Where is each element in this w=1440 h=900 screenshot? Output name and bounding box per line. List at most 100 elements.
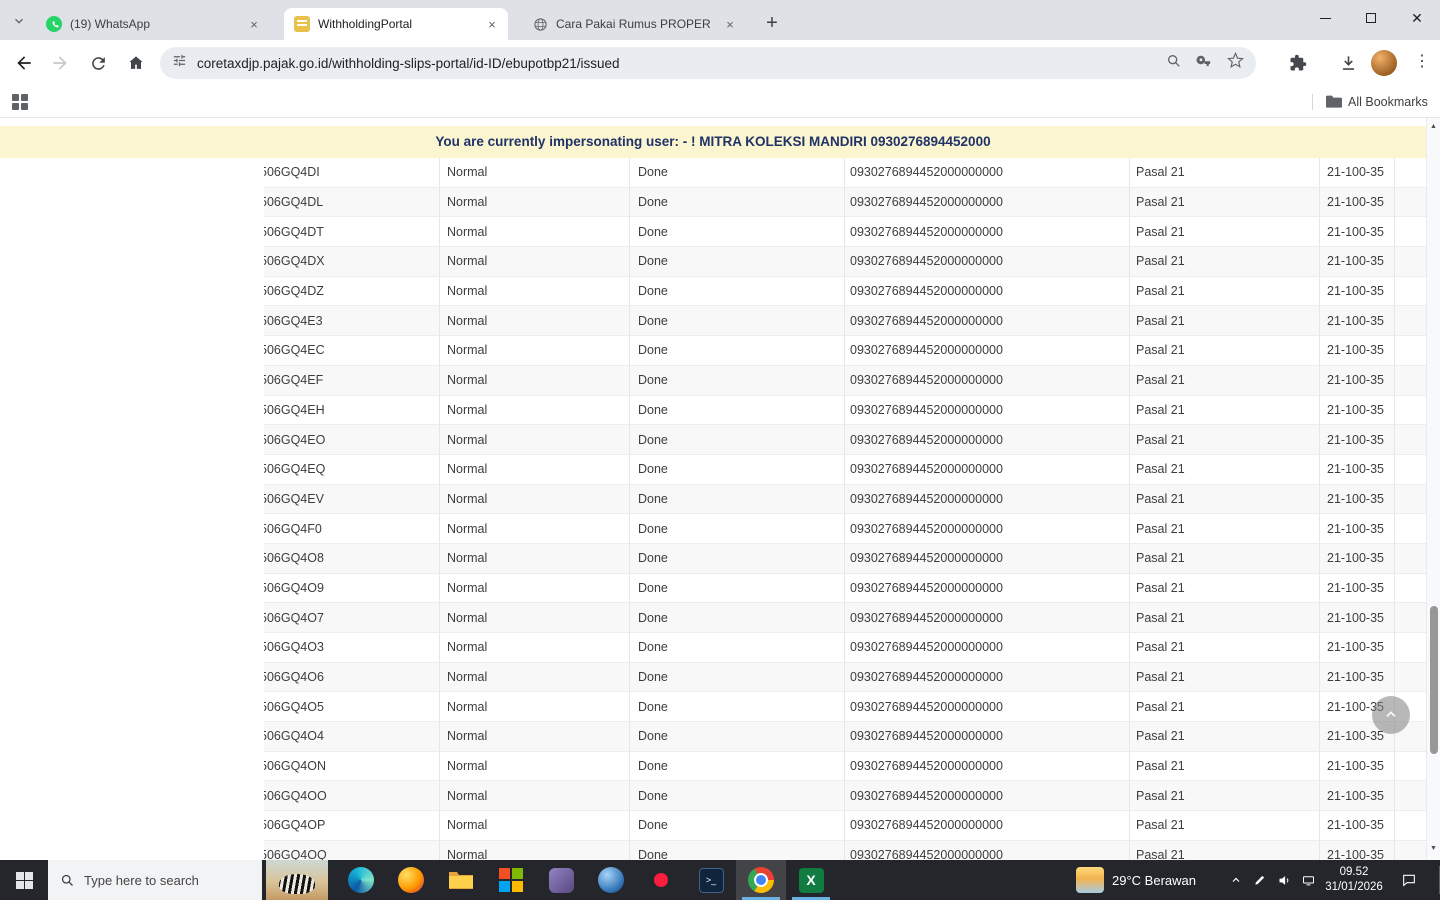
cell-status: Normal (440, 247, 630, 276)
cell-state: Done (630, 454, 845, 484)
table-row[interactable]: 506GQ4DX Normal Done 0930276894452000000000… (264, 247, 1426, 277)
profile-avatar[interactable] (1371, 50, 1397, 76)
scrollbar-down-icon[interactable]: ▼ (1427, 845, 1440, 852)
cell-padding (1395, 514, 1426, 543)
apps-grid-icon[interactable] (12, 94, 28, 110)
extensions-puzzle-icon[interactable] (1288, 53, 1308, 73)
cell-padding (1395, 217, 1426, 246)
table-row[interactable]: 506GQ4O7 Normal Done 0930276894452000000000… (264, 603, 1426, 633)
browser-menu-icon[interactable]: ⋮ (1414, 51, 1430, 71)
cell-tax-type: Pasal 21 (1130, 751, 1320, 781)
tab-proper[interactable]: Cara Pakai Rumus PROPER × (522, 8, 746, 40)
blue-app-icon[interactable] (586, 860, 636, 900)
tray-chevron-up-icon[interactable] (1224, 860, 1248, 900)
cell-state: Done (630, 158, 845, 187)
table-row[interactable]: 506GQ4EV Normal Done 0930276894452000000000… (264, 484, 1426, 515)
scrollbar-thumb[interactable] (1430, 606, 1438, 754)
window-close-button[interactable]: ✕ (1394, 0, 1440, 36)
network-icon[interactable] (1296, 860, 1320, 900)
home-icon[interactable] (126, 53, 146, 73)
weather-widget[interactable]: 29°C Berawan (1076, 860, 1196, 900)
opera-icon[interactable] (636, 860, 686, 900)
cell-tax-id: 0930276894452000000000 (845, 484, 1130, 514)
table-row[interactable]: 506GQ4EC Normal Done 0930276894452000000000… (264, 336, 1426, 366)
firefox-icon[interactable] (386, 860, 436, 900)
table-row[interactable]: 506GQ4OP Normal Done 0930276894452000000000… (264, 811, 1426, 841)
page-scrollbar[interactable]: ▲ ▼ (1426, 118, 1440, 860)
office-icon[interactable] (486, 860, 536, 900)
speaker-icon[interactable] (1272, 860, 1296, 900)
taskbar-clock[interactable]: 09.52 31/01/2026 (1322, 860, 1386, 900)
purple-app-icon[interactable] (536, 860, 586, 900)
table-row[interactable]: 506GQ4EF Normal Done 0930276894452000000000… (264, 365, 1426, 396)
cell-state: Done (630, 276, 845, 306)
chrome-icon[interactable] (736, 860, 786, 900)
cell-tax-type: Pasal 21 (1130, 187, 1320, 217)
site-settings-icon[interactable] (172, 53, 187, 73)
table-row[interactable]: 506GQ4O4 Normal Done 0930276894452000000000… (264, 722, 1426, 752)
table-row[interactable]: 506GQ4E3 Normal Done 0930276894452000000000… (264, 306, 1426, 337)
table-row[interactable]: 506GQ4ON Normal Done 0930276894452000000000… (264, 751, 1426, 782)
cell-document-number: 506GQ4EF (264, 365, 440, 395)
table-row[interactable]: 506GQ4O9 Normal Done 0930276894452000000000… (264, 573, 1426, 604)
table-row[interactable]: 506GQ4F0 Normal Done 0930276894452000000000… (264, 514, 1426, 544)
table-row[interactable]: 506GQ4OO Normal Done 0930276894452000000000… (264, 781, 1426, 812)
reload-icon[interactable] (88, 53, 108, 73)
excel-icon[interactable]: X (786, 860, 836, 900)
tab-search-chevron-icon[interactable] (10, 12, 28, 30)
cell-status: Normal (440, 217, 630, 247)
search-icon (61, 874, 73, 886)
cell-status: Normal (440, 158, 630, 187)
search-placeholder: Type here to search (84, 872, 199, 888)
tab-close-icon[interactable]: × (722, 16, 738, 32)
terminal-icon[interactable]: >_ (686, 860, 736, 900)
scrollbar-up-icon[interactable]: ▲ (1427, 123, 1440, 130)
table-row[interactable]: 506GQ4DT Normal Done 0930276894452000000000… (264, 217, 1426, 248)
table-row[interactable]: 506GQ4DI Normal Done 0930276894452000000000… (264, 158, 1426, 188)
tab-withholding-portal[interactable]: WithholdingPortal × (284, 8, 508, 40)
table-row[interactable]: 506GQ4DL Normal Done 0930276894452000000000… (264, 187, 1426, 218)
table-row[interactable]: 506GQ4DZ Normal Done 0930276894452000000000… (264, 276, 1426, 307)
cell-tax-id: 0930276894452000000000 (845, 543, 1130, 573)
tab-whatsapp[interactable]: (19) WhatsApp × (36, 8, 270, 40)
cell-document-number: 506GQ4DX (264, 247, 440, 276)
tab-close-icon[interactable]: × (246, 16, 262, 32)
table-row[interactable]: 506GQ4O5 Normal Done 0930276894452000000000… (264, 692, 1426, 723)
search-lens-icon[interactable] (1166, 53, 1182, 74)
cell-tax-type: Pasal 21 (1130, 484, 1320, 514)
new-tab-button[interactable]: + (758, 9, 786, 37)
all-bookmarks-label[interactable]: All Bookmarks (1348, 94, 1428, 110)
back-icon[interactable] (14, 53, 34, 73)
tab-close-icon[interactable]: × (484, 16, 500, 32)
cell-padding (1395, 455, 1426, 484)
pen-icon[interactable] (1248, 860, 1272, 900)
taskbar-search-input[interactable]: Type here to search (48, 860, 262, 900)
forward-icon[interactable] (50, 53, 70, 73)
start-button[interactable] (0, 860, 48, 900)
cell-padding (1395, 366, 1426, 395)
table-row[interactable]: 506GQ4O6 Normal Done 0930276894452000000000… (264, 662, 1426, 693)
table-row[interactable]: 506GQ4EO Normal Done 0930276894452000000000… (264, 425, 1426, 455)
cell-tax-id: 0930276894452000000000 (845, 276, 1130, 306)
address-bar[interactable]: coretaxdjp.pajak.go.id/withholding-slips… (160, 47, 1256, 79)
table-row[interactable]: 506GQ4OQ Normal Done 0930276894452000000000… (264, 840, 1426, 860)
window-maximize-button[interactable] (1348, 0, 1394, 36)
table-row[interactable]: 506GQ4O3 Normal Done 0930276894452000000000… (264, 633, 1426, 663)
downloads-icon[interactable] (1338, 53, 1358, 73)
cell-tax-object-code: 21-100-35 (1320, 425, 1395, 454)
notification-center-icon[interactable] (1394, 860, 1424, 900)
table-row[interactable]: 506GQ4O8 Normal Done 0930276894452000000000… (264, 543, 1426, 574)
cell-tax-id: 0930276894452000000000 (845, 573, 1130, 603)
cell-tax-object-code: 21-100-35 (1320, 840, 1395, 860)
bookmark-star-icon[interactable] (1227, 51, 1244, 74)
scroll-to-top-button[interactable] (1372, 696, 1410, 734)
cell-state: Done (630, 395, 845, 425)
search-highlight-image[interactable] (266, 860, 328, 900)
window-minimize-button[interactable] (1302, 0, 1348, 36)
table-row[interactable]: 506GQ4EQ Normal Done 0930276894452000000000… (264, 454, 1426, 485)
password-key-icon[interactable] (1196, 52, 1213, 74)
cell-padding (1395, 781, 1426, 810)
edge-icon[interactable] (336, 860, 386, 900)
file-explorer-icon[interactable] (436, 860, 486, 900)
table-row[interactable]: 506GQ4EH Normal Done 0930276894452000000000… (264, 395, 1426, 426)
